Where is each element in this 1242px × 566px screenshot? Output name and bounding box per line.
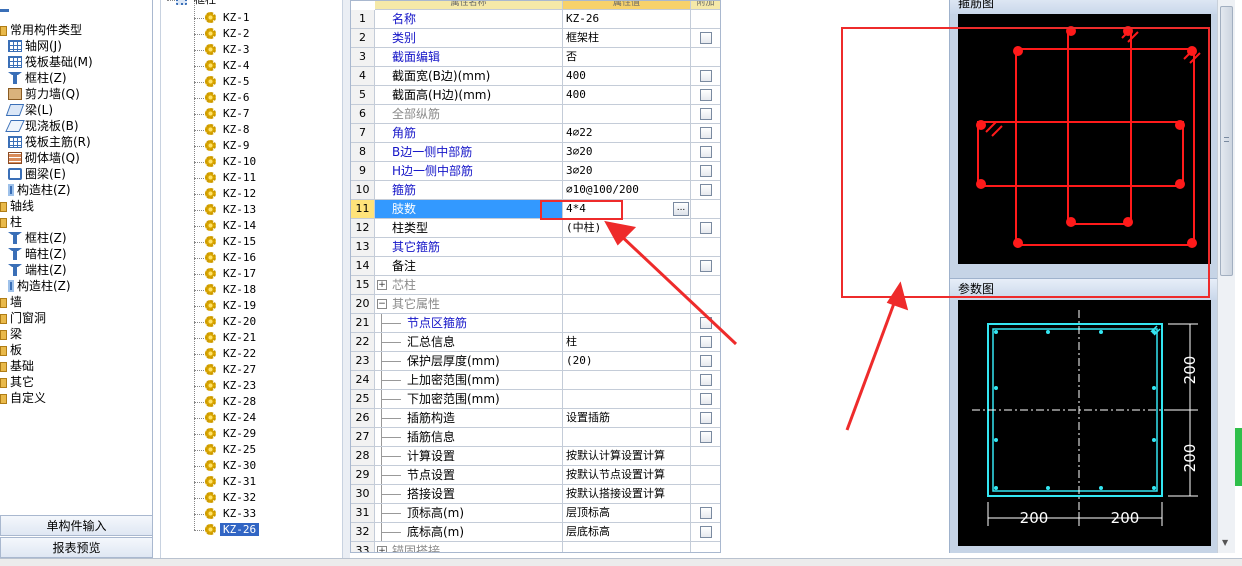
arrow-head-diagram <box>886 281 909 311</box>
arrow-head-value <box>604 220 637 246</box>
app-window: 常用构件类型 轴网(J) 筏板基础(M) 框柱(Z) 剪力墙(Q) 梁(L) 现浇板(B) 筏… <box>0 0 1242 566</box>
status-bar <box>0 558 1242 566</box>
annotation-arrows <box>604 220 909 431</box>
arrow-to-value <box>615 230 738 346</box>
arrow-to-diagram <box>845 297 898 431</box>
